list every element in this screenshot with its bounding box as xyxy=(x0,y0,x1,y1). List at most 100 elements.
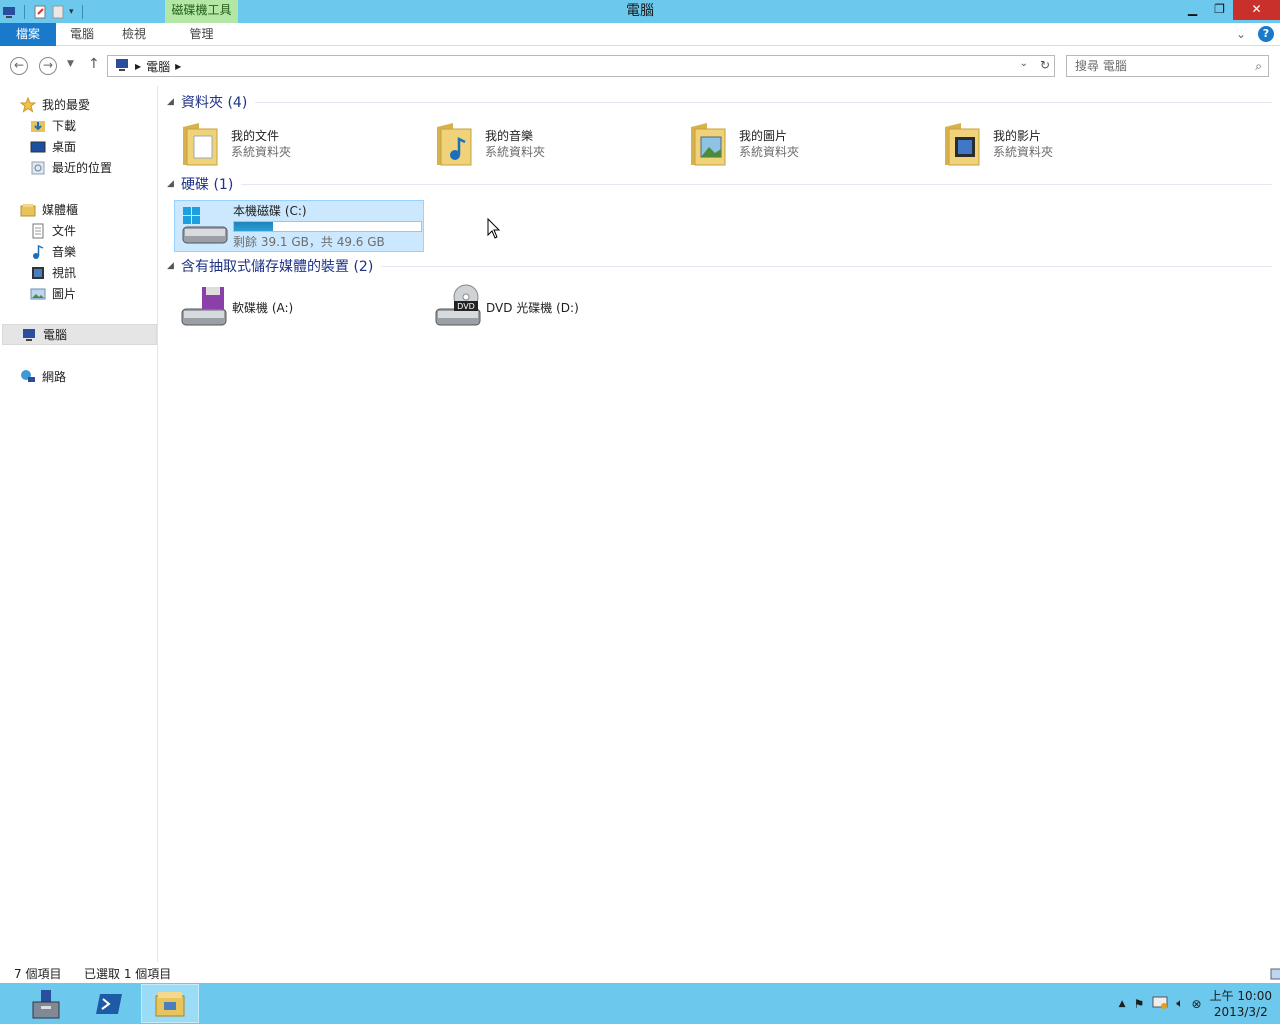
sidebar-item-libraries[interactable]: 媒體櫃 xyxy=(20,199,78,220)
address-bar[interactable]: ▶ 電腦 ▶ ⌄ ↻ xyxy=(107,55,1055,77)
downloads-folder-icon xyxy=(30,118,46,134)
group-title: 硬碟 (1) xyxy=(181,177,234,193)
breadcrumb-computer[interactable]: 電腦 xyxy=(146,58,170,75)
powershell-icon xyxy=(96,993,122,1014)
separator xyxy=(81,4,83,19)
sidebar-item-favorites[interactable]: 我的最愛 xyxy=(19,94,90,115)
collapse-triangle-icon[interactable]: ◢ xyxy=(167,261,181,271)
clock-date: 2013/3/2 xyxy=(1213,1004,1268,1019)
mouse-cursor-icon xyxy=(487,217,501,243)
sidebar-item-pictures[interactable]: 圖片 xyxy=(30,283,76,304)
breadcrumb-separator-icon[interactable]: ▶ xyxy=(175,62,181,71)
sidebar-item-music[interactable]: 音樂 xyxy=(30,241,76,262)
sidebar-label: 最近的位置 xyxy=(52,161,113,175)
collapse-triangle-icon[interactable]: ◢ xyxy=(167,179,181,189)
collapse-triangle-icon[interactable]: ◢ xyxy=(167,97,181,107)
item-name: 本機磁碟 (C:) xyxy=(233,203,307,218)
drive-usage-bar xyxy=(233,220,422,232)
item-subtitle: 系統資料夾 xyxy=(993,145,1054,159)
item-subtitle: 剩餘 39.1 GB，共 49.6 GB xyxy=(233,234,385,249)
music-folder-icon xyxy=(431,119,481,169)
up-button[interactable]: ↑ xyxy=(88,56,100,72)
drive-dvd-d[interactable]: DVD DVD 光碟機 (D:) xyxy=(428,282,678,334)
tab-file[interactable]: 檔案 xyxy=(0,23,56,46)
computer-icon xyxy=(21,327,37,343)
server-manager-button[interactable] xyxy=(16,984,74,1023)
powershell-button[interactable] xyxy=(80,984,138,1023)
folder-my-pictures[interactable]: 我的圖片 系統資料夾 xyxy=(681,118,931,170)
volume-icon[interactable]: 🔈︎ xyxy=(1176,996,1183,1011)
search-input[interactable]: 搜尋 電腦 ⌕ xyxy=(1066,55,1269,77)
picture-icon xyxy=(30,286,46,302)
computer-icon xyxy=(114,58,130,75)
libraries-icon xyxy=(20,202,36,218)
search-icon[interactable]: ⌕ xyxy=(1255,56,1262,76)
sidebar-label: 下載 xyxy=(52,119,77,133)
sidebar-item-recent-places[interactable]: 最近的位置 xyxy=(30,157,112,178)
sidebar-item-downloads[interactable]: 下載 xyxy=(30,115,76,136)
sidebar-item-documents[interactable]: 文件 xyxy=(30,220,76,241)
windows-drive-icon xyxy=(179,201,229,251)
expand-ribbon-chevron-icon[interactable]: ⌄ xyxy=(1236,27,1246,41)
large-icons-view-icon[interactable] xyxy=(1270,968,1280,983)
pictures-folder-icon xyxy=(685,119,735,169)
tab-manage[interactable]: 管理 xyxy=(165,23,238,46)
tab-computer[interactable]: 電腦 xyxy=(58,23,106,46)
group-header-removable[interactable]: ◢ 含有抽取式儲存媒體的裝置 (2) xyxy=(167,256,1272,276)
sidebar-item-network[interactable]: 網路 xyxy=(20,366,66,387)
help-icon[interactable]: ? xyxy=(1258,26,1274,42)
forward-button[interactable]: → xyxy=(39,57,57,75)
sidebar-item-videos[interactable]: 視訊 xyxy=(30,262,76,283)
title-bar: ▾ 磁碟機工具 電腦 ▁ ❐ ✕ xyxy=(0,0,1280,23)
show-hidden-icons-icon[interactable]: ▲ xyxy=(1119,999,1126,1009)
status-bar: 7 個項目 已選取 1 個項目 xyxy=(0,962,1280,983)
tab-view[interactable]: 檢視 xyxy=(110,23,158,46)
clock[interactable]: 上午 10:00 2013/3/2 xyxy=(1210,988,1272,1020)
minimize-button[interactable]: ▁ xyxy=(1179,0,1206,20)
sidebar-item-computer[interactable]: 電腦 xyxy=(2,324,157,345)
group-header-folders[interactable]: ◢ 資料夾 (4) xyxy=(167,92,1272,112)
server-manager-icon xyxy=(32,989,60,1018)
music-icon xyxy=(30,244,46,260)
disconnected-icon[interactable]: ⊗ xyxy=(1192,997,1202,1011)
system-tray: ▲ ⚑ 🔈︎ ⊗ 上午 10:00 2013/3/2 xyxy=(1119,983,1280,1024)
sidebar-label: 文件 xyxy=(52,224,77,238)
drive-floppy-a[interactable]: 軟碟機 (A:) xyxy=(174,282,424,334)
breadcrumb-separator-icon[interactable]: ▶ xyxy=(135,62,141,71)
recent-places-icon xyxy=(30,160,46,176)
network-tray-icon[interactable] xyxy=(1152,995,1168,1012)
drive-local-c[interactable]: 本機磁碟 (C:) 剩餘 39.1 GB，共 49.6 GB xyxy=(174,200,424,252)
new-folder-icon[interactable] xyxy=(51,5,65,19)
folder-my-music[interactable]: 我的音樂 系統資料夾 xyxy=(427,118,677,170)
properties-icon[interactable] xyxy=(33,5,47,19)
sidebar-label: 視訊 xyxy=(52,266,77,280)
group-header-hard-drives[interactable]: ◢ 硬碟 (1) xyxy=(167,174,1272,194)
file-explorer-button[interactable] xyxy=(141,984,199,1023)
clock-time: 上午 10:00 xyxy=(1209,988,1272,1003)
sidebar-label: 圖片 xyxy=(52,287,77,301)
item-name: 我的文件 xyxy=(231,129,280,143)
back-button[interactable]: ← xyxy=(10,57,28,75)
item-subtitle: 系統資料夾 xyxy=(739,145,800,159)
group-title: 含有抽取式儲存媒體的裝置 (2) xyxy=(181,259,374,275)
close-button[interactable]: ✕ xyxy=(1233,0,1280,20)
item-name: 我的影片 xyxy=(993,129,1042,143)
flag-icon[interactable]: ⚑ xyxy=(1134,997,1145,1011)
item-name: DVD 光碟機 (D:) xyxy=(486,301,579,315)
refresh-icon[interactable]: ↻ xyxy=(1040,58,1050,72)
folder-my-documents[interactable]: 我的文件 系統資料夾 xyxy=(173,118,423,170)
selected-count: 已選取 1 個項目 xyxy=(84,967,172,981)
restore-button[interactable]: ❐ xyxy=(1206,0,1233,20)
customize-qat-dropdown-icon[interactable]: ▾ xyxy=(69,7,74,17)
search-placeholder: 搜尋 電腦 xyxy=(1075,59,1127,73)
sidebar-label: 網路 xyxy=(42,370,67,384)
divider xyxy=(241,183,1272,185)
address-history-dropdown-icon[interactable]: ⌄ xyxy=(1020,58,1028,69)
sidebar-item-desktop[interactable]: 桌面 xyxy=(30,136,76,157)
folder-my-videos[interactable]: 我的影片 系統資料夾 xyxy=(935,118,1185,170)
sidebar-label: 電腦 xyxy=(43,328,68,342)
recent-locations-dropdown-icon[interactable]: ▼ xyxy=(67,59,74,69)
item-subtitle: 系統資料夾 xyxy=(231,145,292,159)
taskbar: ▲ ⚑ 🔈︎ ⊗ 上午 10:00 2013/3/2 xyxy=(0,983,1280,1024)
computer-icon[interactable] xyxy=(2,5,16,19)
